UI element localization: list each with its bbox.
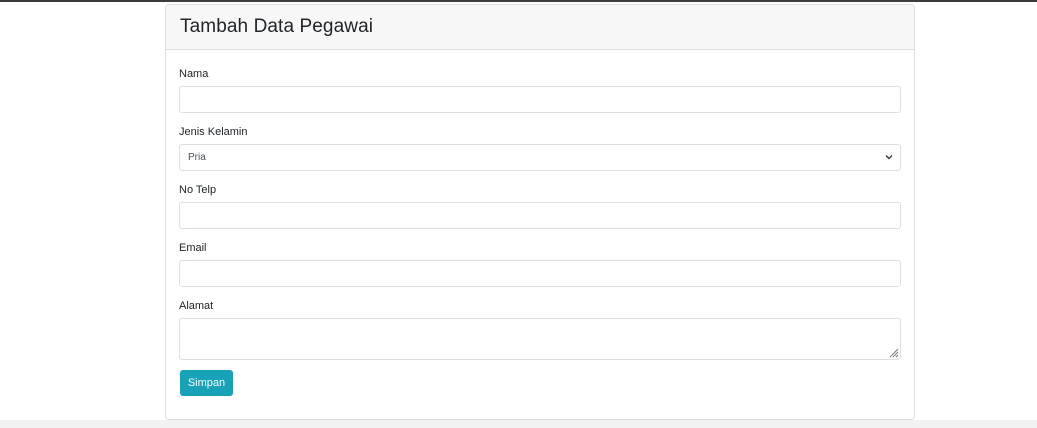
no-telp-label: No Telp: [179, 184, 217, 196]
simpan-button[interactable]: Simpan: [180, 370, 233, 396]
jenis-kelamin-select[interactable]: Pria: [179, 144, 901, 171]
form-group-email: Email: [179, 241, 901, 287]
nama-input[interactable]: [179, 86, 901, 113]
window-top-border: [0, 0, 1037, 2]
form-group-no-telp: No Telp: [179, 183, 901, 229]
form-group-alamat: Alamat: [179, 299, 901, 360]
chevron-down-icon: [885, 155, 893, 160]
jenis-kelamin-selected-value: Pria: [179, 144, 901, 171]
nama-label: Nama: [179, 68, 209, 80]
form-group-jenis-kelamin: Jenis Kelamin Pria: [179, 125, 901, 171]
jenis-kelamin-label: Jenis Kelamin: [179, 126, 248, 138]
card-header: Tambah Data Pegawai: [166, 5, 914, 50]
form-group-nama: Nama: [179, 67, 901, 113]
no-telp-input[interactable]: [179, 202, 901, 229]
email-label: Email: [179, 242, 207, 254]
alamat-textarea[interactable]: [179, 318, 901, 360]
bottom-strip: [0, 420, 1037, 428]
resize-handle-icon[interactable]: [888, 347, 899, 358]
alamat-label: Alamat: [179, 300, 214, 312]
alamat-textarea-box: [179, 318, 901, 360]
page-title: Tambah Data Pegawai: [180, 16, 374, 37]
form-card: Tambah Data Pegawai Nama Jenis Kelamin P…: [165, 4, 915, 420]
email-input[interactable]: [179, 260, 901, 287]
